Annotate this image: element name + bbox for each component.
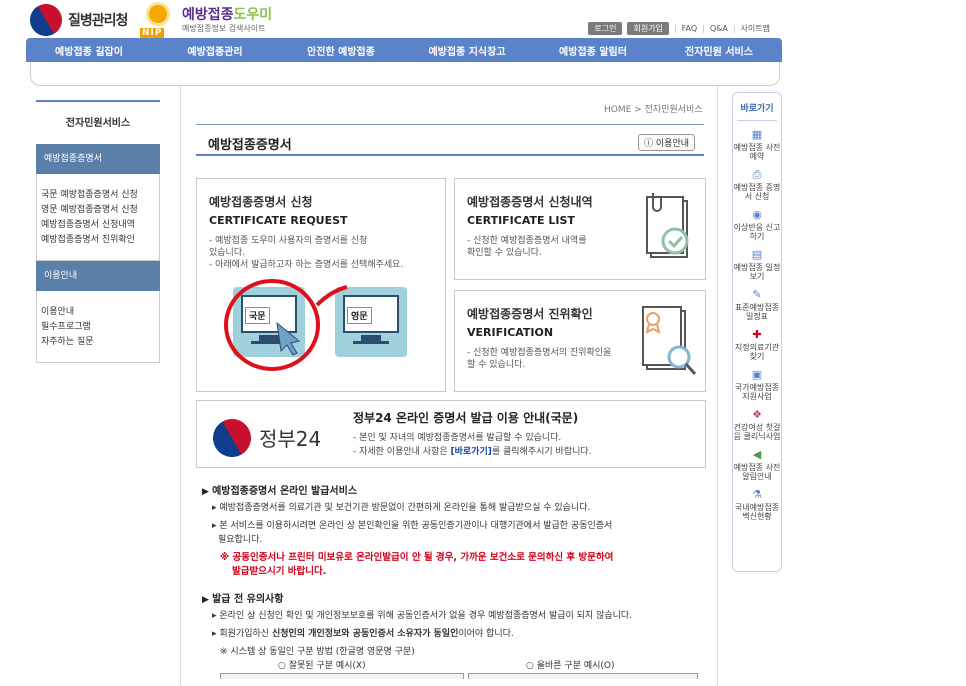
sub-nav-bar	[30, 62, 780, 86]
notice-line1: ▸ 온라인 상 신청인 확인 및 개인정보보호를 위해 공동인증서가 없을 경우…	[212, 611, 633, 621]
usage-guide-button[interactable]: ⓘ 이용안내	[638, 134, 696, 151]
sidebar-item-verify[interactable]: 예방접종증명서 진위확인	[41, 233, 155, 248]
quick-item-schedule[interactable]: ▤ 예방접종 일정보기	[733, 248, 781, 282]
kdca-logo[interactable]: 질병관리청	[24, 0, 128, 42]
taegeuk-emblem-icon	[24, 0, 68, 42]
speaker-icon: ◀	[752, 448, 762, 461]
quick-item-clinic[interactable]: ❖ 건강여성 첫걸음 클리닉사업	[733, 408, 781, 442]
nip-logo[interactable]: NIP 예방접종도우미 예방접종정보 검색사이트	[140, 2, 272, 38]
sidebar-category-certificate[interactable]: 예방접종증명서	[36, 144, 160, 174]
vaccine-icon: ⚗	[752, 488, 762, 501]
sidebar-item-english[interactable]: 영문 예방접종증명서 신청	[41, 203, 155, 218]
bad-example-label: ○ 잘못된 구분 예시(X)	[278, 661, 366, 671]
online-service-line2b: 필요합니다.	[218, 535, 263, 545]
sidebar-item-history[interactable]: 예방접종증명서 신청내역	[41, 218, 155, 233]
quick-item-alert[interactable]: ◀ 예방접종 사전알림안내	[733, 448, 781, 482]
nip-subtitle: 예방접종정보 검색사이트	[182, 23, 266, 33]
verification-box[interactable]: 예방접종증명서 진위확인 VERIFICATION - 신청한 예방접종증명서의…	[454, 290, 706, 392]
main-nav: 예방접종 길잡이 예방접종관리 안전한 예방접종 예방접종 지식창고 예방접종 …	[26, 38, 782, 62]
faq-link[interactable]: FAQ	[682, 24, 698, 33]
quick-item-certificate[interactable]: ⎙ 예방접종 증명서 신청	[733, 168, 781, 202]
breadcrumb: HOME > 전자민원서비스	[604, 105, 703, 115]
notice-line2: ▸ 회원가입하신 신청인의 개인정보와 공동인증서 소유자가 동일인이어야 합니…	[212, 629, 514, 639]
kdca-name: 질병관리청	[68, 13, 128, 29]
title-underline	[196, 154, 704, 156]
warning-line2: 발급받으시기 바랍니다.	[232, 566, 327, 577]
left-sidebar: 전자민원서비스 예방접종증명서 국문 예방접종증명서 신청 영문 예방접종증명서…	[36, 100, 160, 363]
page-title: 예방접종증명서	[208, 138, 292, 153]
document-magnifier-icon	[642, 306, 697, 376]
title-divider	[196, 124, 704, 125]
sidebar-item-faq[interactable]: 자주하는 질문	[41, 335, 155, 350]
login-button[interactable]: 로그인	[588, 22, 623, 35]
qna-link[interactable]: Q&A	[710, 24, 728, 33]
quick-item-hospital[interactable]: ✚ 지정의료기관 찾기	[733, 328, 781, 362]
sidebar-list-certificate: 국문 예방접종증명서 신청 영문 예방접종증명서 신청 예방접종증명서 신청내역…	[36, 174, 160, 261]
gov24-banner[interactable]: 정부24 정부24 온라인 증명서 발급 이용 안내(국문) - 본인 및 자녀…	[196, 400, 706, 468]
calendar-icon: ▦	[751, 128, 763, 141]
document-check-icon	[646, 193, 689, 258]
report-icon: ◉	[752, 208, 762, 221]
top-menu: 로그인 회원가입 | FAQ | Q&A | 사이트맵	[588, 22, 770, 35]
sitemap-link[interactable]: 사이트맵	[741, 23, 770, 34]
nip-title: 예방접종도우미	[182, 6, 273, 23]
quick-item-vaccine[interactable]: ⚗ 국내예방접종 백신현황	[733, 488, 781, 522]
online-service-line1: ▸ 예방접종증명서를 의료기관 및 보건기관 방문없이 간편하게 온라인을 통해…	[212, 503, 591, 513]
notice-title: 발급 전 유의사항	[202, 590, 283, 605]
schedule-icon: ▤	[751, 248, 763, 261]
quick-item-report[interactable]: ◉ 이상반응 신고하기	[733, 208, 781, 242]
quick-item-support[interactable]: ▣ 국가예방접종 지원사업	[733, 368, 781, 402]
quick-menu: 바로가기 ▦ 예방접종 사전예약 ⎙ 예방접종 증명서 신청 ◉ 이상반응 신고하기 …	[732, 92, 782, 572]
nav-item-management[interactable]: 예방접종관리	[152, 43, 278, 58]
syringe-icon: ✎	[752, 288, 762, 301]
sidebar-category-guide[interactable]: 이용안내	[36, 261, 160, 291]
quick-menu-title: 바로가기	[737, 93, 777, 121]
sidebar-list-guide: 이용안내 필수프로그램 자주하는 질문	[36, 291, 160, 363]
nav-item-safe[interactable]: 안전한 예방접종	[278, 43, 404, 58]
gov24-emblem-icon	[206, 412, 258, 464]
document-icon: ▣	[751, 368, 763, 381]
quick-item-standard[interactable]: ✎ 표준예방접종 일정표	[733, 288, 781, 322]
online-service-line2: ▸ 본 서비스를 이용하시려면 온라인 상 본인확인을 위한 공동인증기관이나 …	[212, 521, 613, 531]
nav-item-eservice[interactable]: 전자민원 서비스	[656, 43, 782, 58]
help-icon: ⓘ	[644, 139, 654, 149]
gov24-shortcut-link[interactable]: [바로가기]	[451, 447, 492, 457]
hospital-icon: ✚	[752, 328, 762, 341]
sidebar-item-programs[interactable]: 필수프로그램	[41, 320, 155, 335]
red-circle-highlight	[224, 279, 348, 371]
request-title-en: CERTIFICATE REQUEST	[209, 214, 348, 227]
nav-item-guide[interactable]: 예방접종 길잡이	[26, 43, 152, 58]
sidebar-item-korean[interactable]: 국문 예방접종증명서 신청	[41, 188, 155, 203]
signup-button[interactable]: 회원가입	[627, 22, 669, 35]
request-title-ko: 예방접종증명서 신청	[209, 195, 313, 209]
certificate-list-box[interactable]: 예방접종증명서 신청내역 CERTIFICATE LIST - 신청한 예방접종…	[454, 178, 706, 280]
good-example-label: ○ 올바른 구분 예시(O)	[526, 661, 615, 671]
clinic-icon: ❖	[752, 408, 762, 421]
nav-item-notice[interactable]: 예방접종 알림터	[530, 43, 656, 58]
gov24-desc: - 본인 및 자녀의 예방접종증명서를 발급할 수 있습니다. - 자세한 이용…	[353, 433, 592, 457]
certificate-request-box: 예방접종증명서 신청 CERTIFICATE REQUEST - 예방접종 도우…	[196, 178, 446, 392]
gov24-title: 정부24 온라인 증명서 발급 이용 안내(국문)	[353, 411, 579, 425]
sun-icon: NIP	[140, 2, 178, 38]
request-desc: - 예방접종 도우미 사용자의 증명서를 신청 있습니다. - 아래에서 발급하…	[209, 236, 404, 270]
gov24-logo-text: 정부24	[259, 427, 322, 451]
bad-example-table	[220, 673, 464, 679]
nav-item-knowledge[interactable]: 예방접종 지식창고	[404, 43, 530, 58]
good-example-table	[468, 673, 698, 679]
printer-icon: ⎙	[752, 168, 762, 181]
sidebar-item-usage[interactable]: 이용안내	[41, 305, 155, 320]
online-service-title: 예방접종증명서 온라인 발급서비스	[202, 482, 357, 497]
sidebar-title: 전자민원서비스	[36, 100, 160, 144]
quick-item-reservation[interactable]: ▦ 예방접종 사전예약	[733, 128, 781, 162]
